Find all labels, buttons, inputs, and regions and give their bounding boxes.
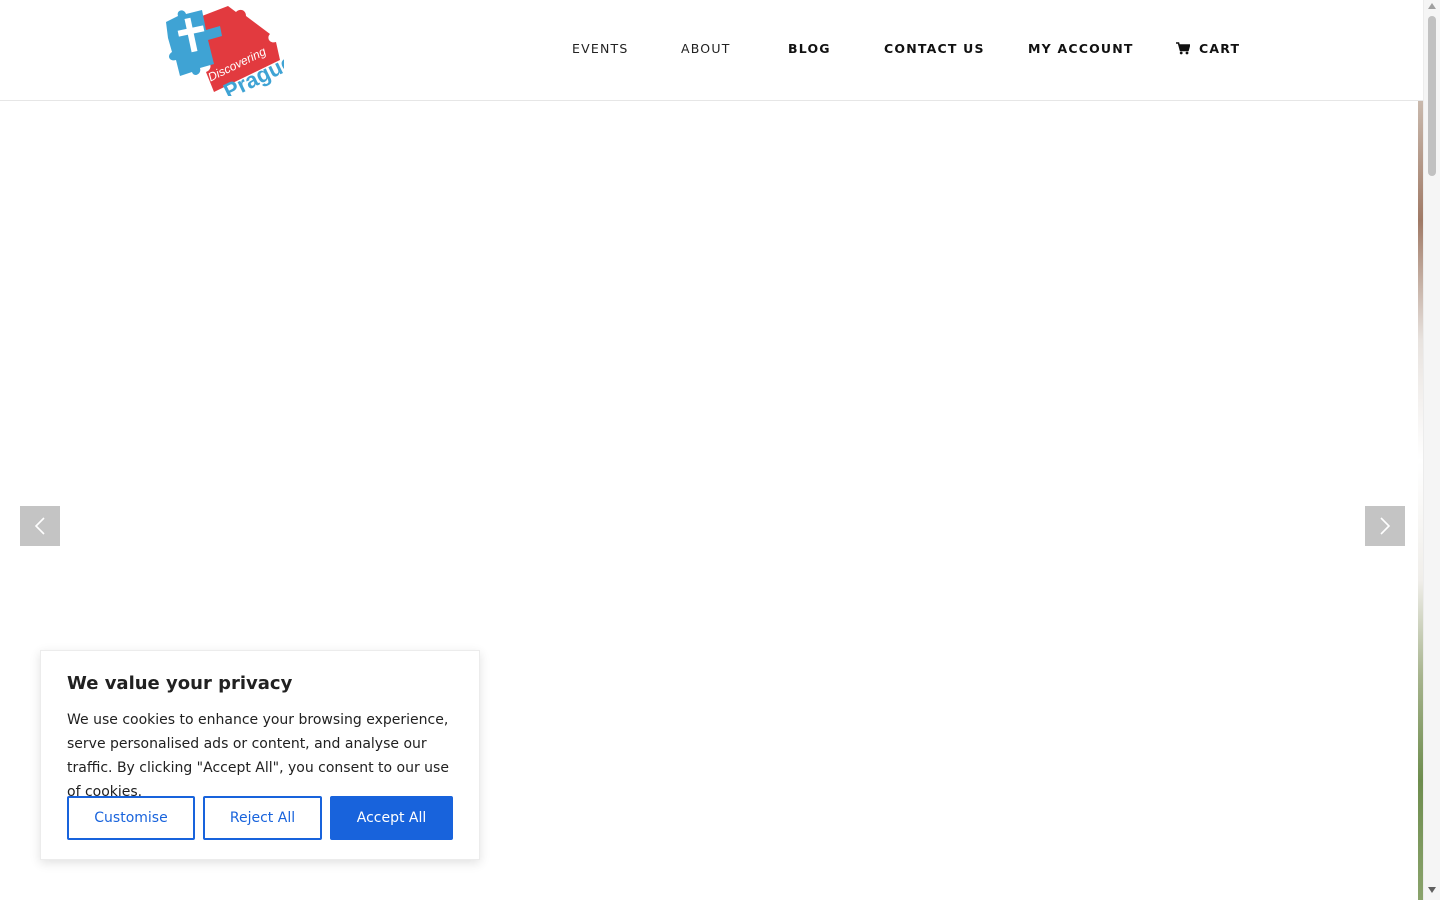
customise-button[interactable]: Customise [67,796,195,840]
chevron-left-icon [34,517,45,535]
cart-icon [1176,42,1190,55]
scroll-down-arrow-icon[interactable] [1428,887,1436,893]
cookie-consent-banner: We value your privacy We use cookies to … [40,650,480,860]
cookie-title: We value your privacy [67,673,293,694]
scroll-up-arrow-icon[interactable] [1428,3,1436,9]
site-header: Discovering Prague EVENTS ABOUT BLOG CON… [0,0,1423,101]
chevron-right-icon [1380,517,1391,535]
nav-blog[interactable]: BLOG [788,41,831,56]
nav-contact-us[interactable]: CONTACT US [884,41,985,56]
cookie-description: We use cookies to enhance your browsing … [67,712,449,800]
nav-cart[interactable]: CART [1176,41,1240,56]
nav-events[interactable]: EVENTS [572,41,628,56]
nav-about[interactable]: ABOUT [681,41,731,56]
scroll-thumb[interactable] [1428,16,1436,176]
main-nav: EVENTS ABOUT BLOG CONTACT US MY ACCOUNT … [0,0,1423,100]
nav-my-account[interactable]: MY ACCOUNT [1028,41,1134,56]
page: Discovering Prague EVENTS ABOUT BLOG CON… [0,0,1440,900]
slider-next-button[interactable] [1365,506,1405,546]
accept-all-button[interactable]: Accept All [330,796,453,840]
slider-prev-button[interactable] [20,506,60,546]
reject-all-button[interactable]: Reject All [203,796,322,840]
page-scrollbar[interactable] [1423,0,1440,900]
nav-cart-label: CART [1199,41,1241,56]
